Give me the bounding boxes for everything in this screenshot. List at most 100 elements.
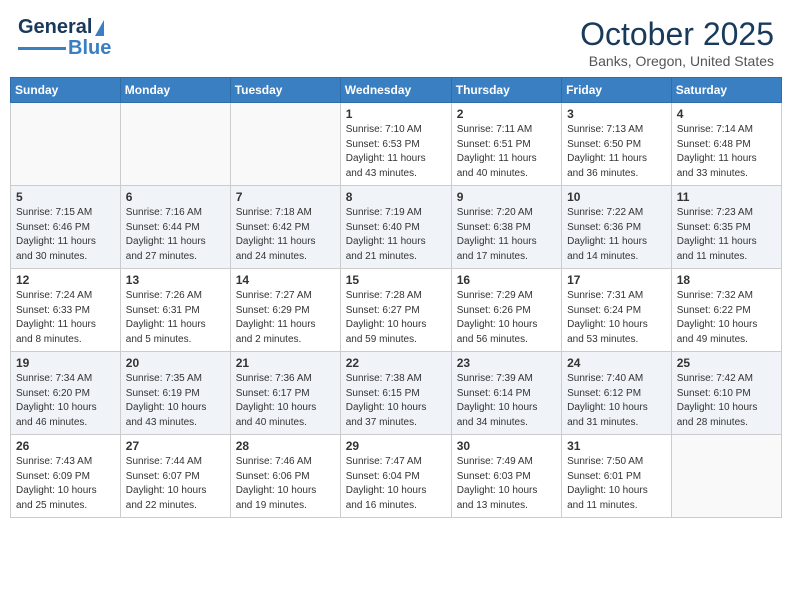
calendar-cell: 22 Sunrise: 7:38 AM Sunset: 6:15 PM Dayli…: [340, 352, 451, 435]
weekday-header-wednesday: Wednesday: [340, 78, 451, 103]
calendar-cell: 27 Sunrise: 7:44 AM Sunset: 6:07 PM Dayli…: [120, 435, 230, 518]
day-number: 7: [236, 190, 335, 204]
day-info: Sunrise: 7:11 AM Sunset: 6:51 PM Dayligh…: [457, 123, 556, 181]
day-info: Sunrise: 7:29 AM Sunset: 6:26 PM Dayligh…: [457, 289, 556, 347]
calendar-cell: 17 Sunrise: 7:31 AM Sunset: 6:24 PM Dayli…: [562, 269, 672, 352]
day-number: 19: [16, 356, 115, 370]
day-number: 9: [457, 190, 556, 204]
day-number: 23: [457, 356, 556, 370]
calendar-cell: 23 Sunrise: 7:39 AM Sunset: 6:14 PM Dayli…: [451, 352, 561, 435]
weekday-header-sunday: Sunday: [11, 78, 121, 103]
day-number: 30: [457, 439, 556, 453]
calendar-cell: 11 Sunrise: 7:23 AM Sunset: 6:35 PM Dayli…: [671, 186, 781, 269]
day-info: Sunrise: 7:35 AM Sunset: 6:19 PM Dayligh…: [126, 372, 225, 430]
calendar-week-row: 5Sunrise: 7:15 AM Sunset: 6:46 PM Daylig…: [11, 186, 782, 269]
calendar-cell: [671, 435, 781, 518]
day-info: Sunrise: 7:31 AM Sunset: 6:24 PM Dayligh…: [567, 289, 666, 347]
calendar-title-block: October 2025 Banks, Oregon, United State…: [580, 16, 774, 69]
calendar-table: SundayMondayTuesdayWednesdayThursdayFrid…: [10, 77, 782, 518]
day-number: 20: [126, 356, 225, 370]
calendar-cell: 9 Sunrise: 7:20 AM Sunset: 6:38 PM Daylig…: [451, 186, 561, 269]
calendar-cell: 12 Sunrise: 7:24 AM Sunset: 6:33 PM Dayli…: [11, 269, 121, 352]
weekday-header-monday: Monday: [120, 78, 230, 103]
day-number: 2: [457, 107, 556, 121]
calendar-cell: [230, 103, 340, 186]
calendar-cell: 31Sunrise: 7:50 AM Sunset: 6:01 PM Dayli…: [562, 435, 672, 518]
calendar-cell: 18Sunrise: 7:32 AM Sunset: 6:22 PM Dayli…: [671, 269, 781, 352]
day-info: Sunrise: 7:50 AM Sunset: 6:01 PM Dayligh…: [567, 455, 666, 513]
day-info: Sunrise: 7:42 AM Sunset: 6:10 PM Dayligh…: [677, 372, 776, 430]
day-info: Sunrise: 7:43 AM Sunset: 6:09 PM Dayligh…: [16, 455, 115, 513]
calendar-cell: 5Sunrise: 7:15 AM Sunset: 6:46 PM Daylig…: [11, 186, 121, 269]
calendar-cell: [11, 103, 121, 186]
weekday-header-row: SundayMondayTuesdayWednesdayThursdayFrid…: [11, 78, 782, 103]
day-info: Sunrise: 7:27 AM Sunset: 6:29 PM Dayligh…: [236, 289, 335, 347]
calendar-cell: 30 Sunrise: 7:49 AM Sunset: 6:03 PM Dayli…: [451, 435, 561, 518]
day-info: Sunrise: 7:24 AM Sunset: 6:33 PM Dayligh…: [16, 289, 115, 347]
day-number: 5: [16, 190, 115, 204]
day-number: 29: [346, 439, 446, 453]
logo: General Blue: [18, 16, 111, 60]
day-number: 8: [346, 190, 446, 204]
weekday-header-thursday: Thursday: [451, 78, 561, 103]
page-header: General Blue October 2025 Banks, Oregon,…: [10, 10, 782, 69]
day-number: 13: [126, 273, 225, 287]
calendar-week-row: 19 Sunrise: 7:34 AM Sunset: 6:20 PM Dayli…: [11, 352, 782, 435]
day-number: 12: [16, 273, 115, 287]
day-number: 14: [236, 273, 335, 287]
day-info: Sunrise: 7:44 AM Sunset: 6:07 PM Dayligh…: [126, 455, 225, 513]
day-info: Sunrise: 7:46 AM Sunset: 6:06 PM Dayligh…: [236, 455, 335, 513]
day-info: Sunrise: 7:22 AM Sunset: 6:36 PM Dayligh…: [567, 206, 666, 264]
calendar-cell: 3 Sunrise: 7:13 AM Sunset: 6:50 PM Daylig…: [562, 103, 672, 186]
day-info: Sunrise: 7:36 AM Sunset: 6:17 PM Dayligh…: [236, 372, 335, 430]
calendar-cell: 24Sunrise: 7:40 AM Sunset: 6:12 PM Dayli…: [562, 352, 672, 435]
day-info: Sunrise: 7:28 AM Sunset: 6:27 PM Dayligh…: [346, 289, 446, 347]
calendar-cell: 25 Sunrise: 7:42 AM Sunset: 6:10 PM Dayli…: [671, 352, 781, 435]
day-info: Sunrise: 7:40 AM Sunset: 6:12 PM Dayligh…: [567, 372, 666, 430]
calendar-cell: 10 Sunrise: 7:22 AM Sunset: 6:36 PM Dayli…: [562, 186, 672, 269]
logo-triangle-icon: [95, 20, 104, 36]
day-info: Sunrise: 7:39 AM Sunset: 6:14 PM Dayligh…: [457, 372, 556, 430]
day-info: Sunrise: 7:10 AM Sunset: 6:53 PM Dayligh…: [346, 123, 446, 181]
day-number: 18: [677, 273, 776, 287]
day-number: 27: [126, 439, 225, 453]
logo-general: General: [18, 16, 92, 39]
calendar-week-row: 1Sunrise: 7:10 AM Sunset: 6:53 PM Daylig…: [11, 103, 782, 186]
day-number: 11: [677, 190, 776, 204]
day-number: 25: [677, 356, 776, 370]
day-info: Sunrise: 7:23 AM Sunset: 6:35 PM Dayligh…: [677, 206, 776, 264]
calendar-cell: 21 Sunrise: 7:36 AM Sunset: 6:17 PM Dayli…: [230, 352, 340, 435]
calendar-cell: 1Sunrise: 7:10 AM Sunset: 6:53 PM Daylig…: [340, 103, 451, 186]
calendar-week-row: 12 Sunrise: 7:24 AM Sunset: 6:33 PM Dayli…: [11, 269, 782, 352]
day-number: 22: [346, 356, 446, 370]
calendar-cell: 6 Sunrise: 7:16 AM Sunset: 6:44 PM Daylig…: [120, 186, 230, 269]
day-number: 21: [236, 356, 335, 370]
day-info: Sunrise: 7:34 AM Sunset: 6:20 PM Dayligh…: [16, 372, 115, 430]
day-number: 15: [346, 273, 446, 287]
month-title: October 2025: [580, 16, 774, 53]
day-info: Sunrise: 7:14 AM Sunset: 6:48 PM Dayligh…: [677, 123, 776, 181]
day-info: Sunrise: 7:49 AM Sunset: 6:03 PM Dayligh…: [457, 455, 556, 513]
calendar-cell: 15 Sunrise: 7:28 AM Sunset: 6:27 PM Dayli…: [340, 269, 451, 352]
day-info: Sunrise: 7:13 AM Sunset: 6:50 PM Dayligh…: [567, 123, 666, 181]
day-number: 28: [236, 439, 335, 453]
day-info: Sunrise: 7:38 AM Sunset: 6:15 PM Dayligh…: [346, 372, 446, 430]
day-number: 10: [567, 190, 666, 204]
logo-blue: Blue: [68, 37, 111, 60]
calendar-cell: 13Sunrise: 7:26 AM Sunset: 6:31 PM Dayli…: [120, 269, 230, 352]
calendar-cell: 20 Sunrise: 7:35 AM Sunset: 6:19 PM Dayli…: [120, 352, 230, 435]
day-number: 17: [567, 273, 666, 287]
calendar-cell: 16 Sunrise: 7:29 AM Sunset: 6:26 PM Dayli…: [451, 269, 561, 352]
weekday-header-saturday: Saturday: [671, 78, 781, 103]
day-info: Sunrise: 7:16 AM Sunset: 6:44 PM Dayligh…: [126, 206, 225, 264]
day-info: Sunrise: 7:20 AM Sunset: 6:38 PM Dayligh…: [457, 206, 556, 264]
day-number: 6: [126, 190, 225, 204]
day-number: 16: [457, 273, 556, 287]
day-number: 3: [567, 107, 666, 121]
day-info: Sunrise: 7:19 AM Sunset: 6:40 PM Dayligh…: [346, 206, 446, 264]
calendar-cell: 26Sunrise: 7:43 AM Sunset: 6:09 PM Dayli…: [11, 435, 121, 518]
calendar-week-row: 26Sunrise: 7:43 AM Sunset: 6:09 PM Dayli…: [11, 435, 782, 518]
calendar-cell: 8 Sunrise: 7:19 AM Sunset: 6:40 PM Daylig…: [340, 186, 451, 269]
weekday-header-tuesday: Tuesday: [230, 78, 340, 103]
day-info: Sunrise: 7:47 AM Sunset: 6:04 PM Dayligh…: [346, 455, 446, 513]
